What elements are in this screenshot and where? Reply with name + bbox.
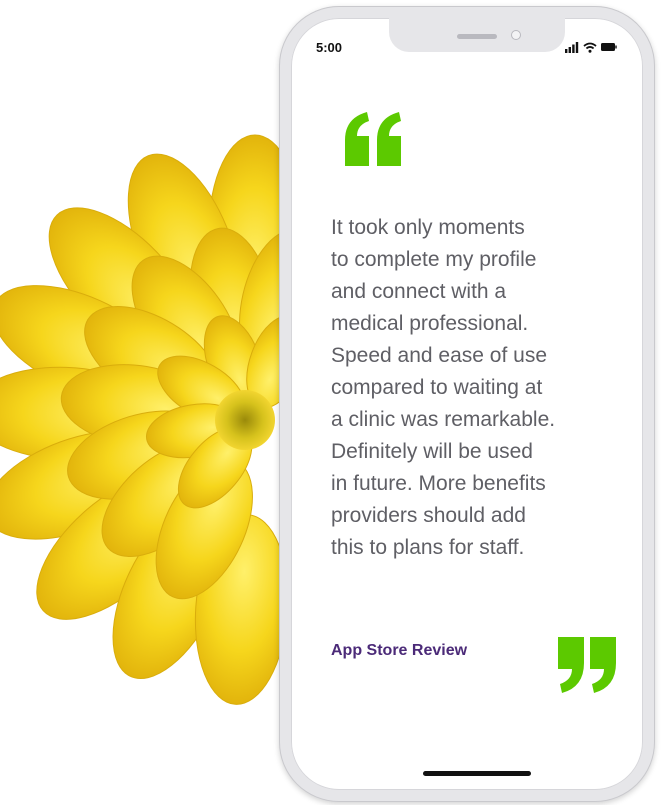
review-line: providers should add [331, 504, 526, 527]
review-line: a clinic was remarkable. [331, 408, 556, 431]
review-source: App Store Review [331, 642, 468, 659]
front-camera-icon [511, 30, 521, 40]
open-quote-icon [345, 112, 401, 166]
review-line: to complete my profile [331, 248, 537, 271]
status-time: 5:00 [316, 40, 343, 55]
speaker-icon [457, 34, 497, 39]
review-line: Definitely will be used [331, 440, 533, 463]
review-line: medical professional. [331, 312, 529, 335]
review-line: compared to waiting at [331, 376, 543, 399]
review-line: this to plans for staff. [331, 536, 525, 559]
review-line: in future. More benefits [331, 472, 546, 495]
phone-screen: 5:00 It took only moments to complete my… [291, 18, 643, 790]
home-indicator [423, 771, 531, 776]
wifi-icon [583, 42, 597, 53]
status-icons [565, 40, 617, 54]
close-quote-icon [558, 637, 616, 693]
review-line: Speed and ease of use [331, 344, 548, 367]
battery-icon [601, 43, 617, 51]
phone-frame: 5:00 It took only moments to complete my… [279, 6, 655, 802]
review-text: It took only moments to complete my prof… [331, 212, 651, 564]
review-line: and connect with a [331, 280, 507, 303]
review-line: It took only moments [331, 216, 525, 239]
phone-notch [389, 18, 565, 52]
signal-icon [565, 41, 579, 53]
